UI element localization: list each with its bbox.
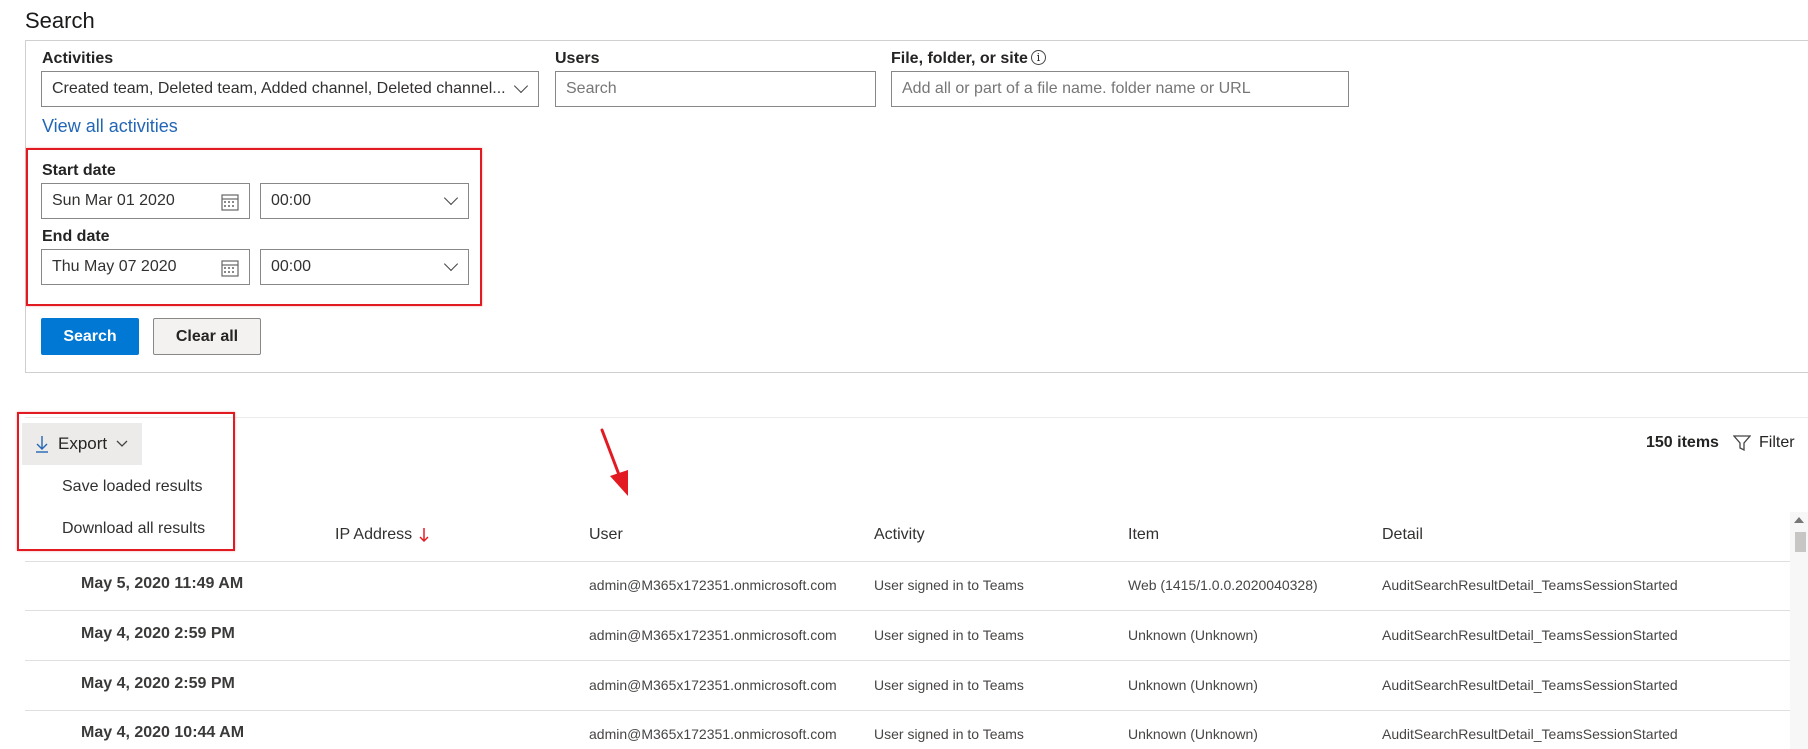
file-placeholder: Add all or part of a file name. folder n… (902, 80, 1251, 97)
item-count: 150 items (1646, 434, 1719, 451)
ip-header-label: IP Address (335, 526, 413, 543)
clear-all-button[interactable]: Clear all (153, 318, 261, 355)
end-date-label: End date (42, 228, 110, 245)
row-divider (25, 610, 1790, 611)
command-bar-divider (25, 417, 1808, 418)
calendar-icon[interactable] (221, 193, 239, 211)
row-user: admin@M365x172351.onmicrosoft.com (589, 677, 837, 693)
row-item: Unknown (Unknown) (1128, 726, 1258, 742)
end-time-value: 00:00 (271, 258, 312, 275)
end-date-picker[interactable]: Thu May 07 2020 (41, 249, 250, 285)
start-date-value: Sun Mar 01 2020 (52, 192, 175, 209)
chevron-down-icon (116, 440, 128, 447)
calendar-icon[interactable] (221, 259, 239, 277)
search-button[interactable]: Search (41, 318, 139, 355)
row-user: admin@M365x172351.onmicrosoft.com (589, 627, 837, 643)
activities-label: Activities (42, 50, 114, 67)
file-label: File, folder, or site i (891, 50, 1046, 68)
view-all-activities-link[interactable]: View all activities (42, 116, 178, 137)
row-activity: User signed in to Teams (874, 577, 1024, 593)
row-detail: AuditSearchResultDetail_TeamsSessionStar… (1382, 577, 1678, 593)
row-activity: User signed in to Teams (874, 627, 1024, 643)
scrollbar-thumb[interactable] (1795, 532, 1806, 552)
filter-label: Filter (1759, 434, 1795, 451)
filter-button[interactable]: Filter (1733, 434, 1795, 452)
file-label-text: File, folder, or site (891, 50, 1028, 67)
end-time-dropdown[interactable]: 00:00 (260, 249, 469, 285)
start-date-label: Start date (42, 162, 116, 179)
row-item: Unknown (Unknown) (1128, 677, 1258, 693)
row-item: Web (1415/1.0.0.2020040328) (1128, 577, 1318, 593)
start-time-value: 00:00 (271, 192, 312, 209)
row-detail: AuditSearchResultDetail_TeamsSessionStar… (1382, 677, 1678, 693)
export-button[interactable]: Export (22, 423, 142, 465)
row-date: May 5, 2020 11:49 AM (81, 575, 244, 592)
column-header-detail[interactable]: Detail (1382, 526, 1423, 544)
row-date: May 4, 2020 2:59 PM (81, 625, 235, 642)
row-detail: AuditSearchResultDetail_TeamsSessionStar… (1382, 627, 1678, 643)
activities-dropdown[interactable]: Created team, Deleted team, Added channe… (41, 71, 539, 107)
row-divider (25, 660, 1790, 661)
chevron-down-icon (513, 78, 529, 94)
chevron-down-icon (443, 256, 459, 272)
download-icon (36, 436, 48, 453)
row-activity: User signed in to Teams (874, 677, 1024, 693)
column-header-item[interactable]: Item (1128, 526, 1159, 544)
row-detail: AuditSearchResultDetail_TeamsSessionStar… (1382, 726, 1678, 742)
column-header-activity[interactable]: Activity (874, 526, 925, 544)
users-label: Users (555, 50, 600, 67)
header-divider (25, 561, 1790, 562)
users-placeholder: Search (566, 80, 617, 97)
column-header-ip-address[interactable]: IP Address (335, 526, 430, 544)
info-icon[interactable]: i (1030, 50, 1046, 65)
start-date-picker[interactable]: Sun Mar 01 2020 (41, 183, 250, 219)
row-date: May 4, 2020 10:44 AM (81, 724, 245, 741)
export-label: Export (58, 434, 108, 453)
scroll-up-icon[interactable] (1793, 515, 1805, 525)
users-input[interactable]: Search (555, 71, 876, 107)
row-activity: User signed in to Teams (874, 726, 1024, 742)
row-divider (25, 710, 1790, 711)
row-user: admin@M365x172351.onmicrosoft.com (589, 577, 837, 593)
filter-icon (1733, 435, 1751, 452)
activities-value: Created team, Deleted team, Added channe… (52, 80, 506, 97)
page-title: Search (25, 8, 95, 33)
row-date: May 4, 2020 2:59 PM (81, 675, 235, 692)
start-time-dropdown[interactable]: 00:00 (260, 183, 469, 219)
sort-descending-icon (419, 528, 429, 543)
arrow-annotation-icon (600, 428, 628, 496)
chevron-down-icon (443, 190, 459, 206)
column-header-user[interactable]: User (589, 526, 623, 544)
end-date-value: Thu May 07 2020 (52, 258, 177, 275)
download-all-results-item[interactable]: Download all results (62, 520, 205, 538)
save-loaded-results-item[interactable]: Save loaded results (62, 478, 203, 496)
row-item: Unknown (Unknown) (1128, 627, 1258, 643)
row-user: admin@M365x172351.onmicrosoft.com (589, 726, 837, 742)
file-input[interactable]: Add all or part of a file name. folder n… (891, 71, 1349, 107)
